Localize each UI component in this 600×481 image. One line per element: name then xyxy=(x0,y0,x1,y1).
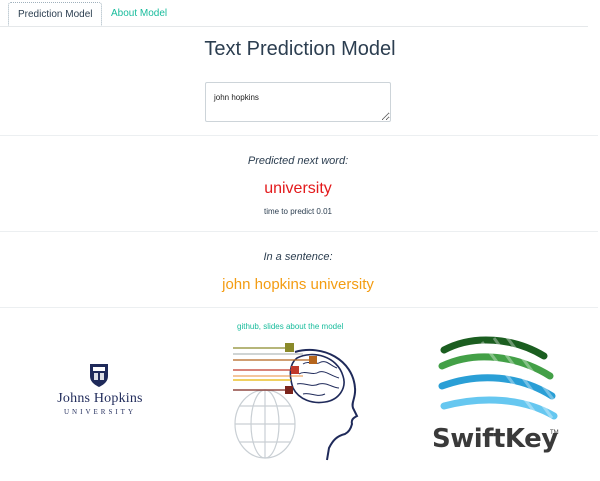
swiftkey-tm: TM xyxy=(550,430,559,436)
swiftkey-mark-icon xyxy=(438,335,558,422)
divider xyxy=(0,307,598,308)
tab-prediction-model[interactable]: Prediction Model xyxy=(8,2,103,26)
divider xyxy=(0,135,598,136)
text-input[interactable] xyxy=(205,82,391,122)
jhu-sub: University xyxy=(64,408,136,416)
predicted-sentence: john hopkins university xyxy=(222,276,374,293)
slides-link[interactable]: slides about the model xyxy=(263,322,343,331)
johns-hopkins-logo: Johns Hopkins University xyxy=(42,362,158,420)
tab-divider xyxy=(0,26,588,27)
jhu-wordmark: Johns Hopkins xyxy=(57,391,143,406)
divider xyxy=(0,231,598,232)
page-title: Text Prediction Model xyxy=(204,38,396,60)
tab-about-model[interactable]: About Model xyxy=(102,2,176,26)
prediction-time: time to predict 0.01 xyxy=(263,207,333,216)
github-link[interactable]: github, xyxy=(237,322,261,331)
predicted-heading: Predicted next word: xyxy=(247,155,349,167)
jhu-shield-icon xyxy=(90,364,108,387)
brain-icon xyxy=(233,343,359,461)
predicted-word: university xyxy=(264,180,332,197)
tab-bar: Prediction Model About Model xyxy=(0,0,600,28)
swiftkey-wordmark: SwiftKey xyxy=(432,424,558,454)
swiftkey-logo: SwiftKey TM xyxy=(430,332,560,458)
sentence-heading: In a sentence: xyxy=(263,251,333,263)
model-links: github, slides about the model xyxy=(237,322,343,331)
